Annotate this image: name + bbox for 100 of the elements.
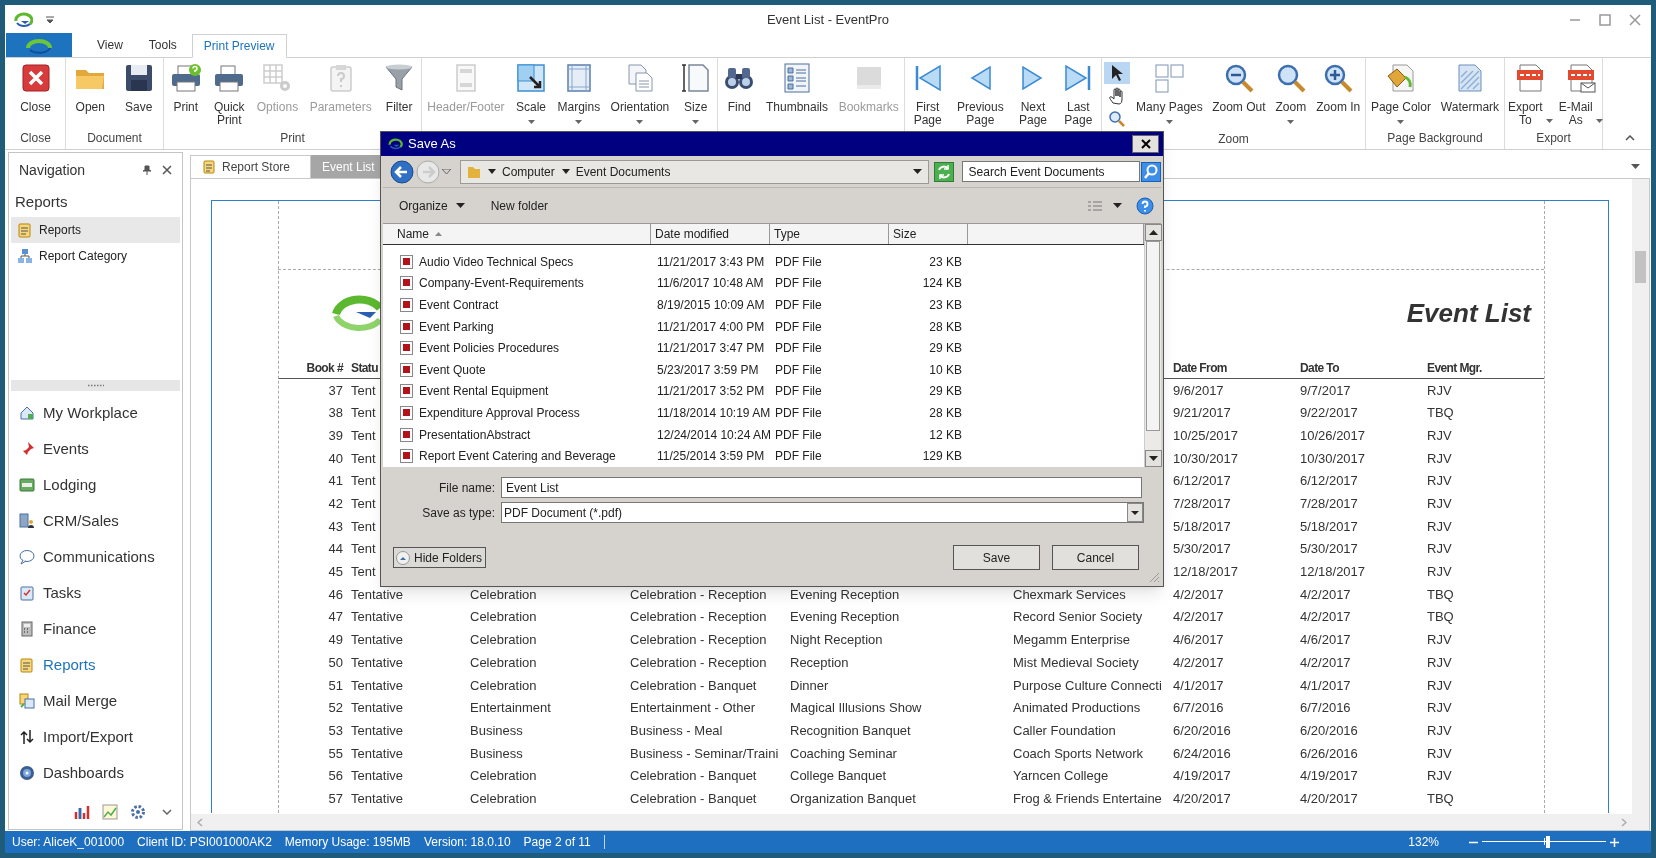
customize-caret-icon[interactable]: [45, 15, 55, 24]
zoom-slider[interactable]: [1482, 836, 1606, 848]
ribbon-button[interactable]: Scale: [512, 62, 551, 124]
splitter-handle[interactable]: [11, 380, 180, 391]
address-bar[interactable]: Computer Event Documents: [460, 159, 929, 184]
slider-thumb[interactable]: [1545, 836, 1550, 848]
ribbon-button[interactable]: Margins: [554, 62, 604, 124]
ribbon-button[interactable]: Print: [166, 62, 205, 114]
column-header[interactable]: Date modified: [651, 224, 770, 244]
column-header[interactable]: Size: [889, 224, 968, 244]
file-row[interactable]: Expenditure Approval Process 11/18/2014 10:19 AM PDF File 28 KB: [383, 402, 1144, 424]
caret-icon[interactable]: [1113, 203, 1122, 208]
ribbon-button[interactable]: Many Pages: [1133, 62, 1206, 124]
hide-folders-button[interactable]: Hide Folders: [393, 547, 487, 568]
app-logo-icon: [13, 11, 33, 28]
ribbon-button[interactable]: Watermark: [1437, 62, 1503, 114]
ribbon-tab[interactable]: Tools: [137, 33, 188, 57]
search-field[interactable]: Search Event Documents: [961, 161, 1140, 182]
ribbon-button[interactable]: E-Mail As: [1555, 62, 1606, 127]
vertical-scrollbar[interactable]: [1632, 179, 1649, 814]
ribbon-button[interactable]: Quick Print: [210, 62, 249, 127]
scrollbar-thumb[interactable]: [1146, 241, 1160, 431]
close-button[interactable]: [1132, 135, 1159, 153]
nav-item[interactable]: Report Category: [11, 243, 180, 269]
group-label: Document: [87, 130, 142, 147]
scrollbar-thumb[interactable]: [1635, 251, 1646, 283]
pin-icon[interactable]: [142, 165, 152, 175]
file-row[interactable]: Event Contract 8/19/2015 10:09 AM PDF File 23 KB: [383, 294, 1144, 316]
resize-grip-icon[interactable]: [1149, 572, 1160, 583]
gear-icon[interactable]: [130, 804, 146, 820]
nav-item[interactable]: Reports: [11, 217, 180, 243]
ribbon-button[interactable]: Orientation: [607, 62, 673, 124]
module-item[interactable]: Import/Export: [9, 719, 182, 755]
breadcrumb-item[interactable]: Computer: [502, 162, 555, 181]
file-row[interactable]: Report Event Catering and Beverage 11/25/2014 3:59 PM PDF File 129 KB: [383, 445, 1144, 467]
refresh-icon[interactable]: [933, 161, 954, 182]
module-item[interactable]: Mail Merge: [9, 683, 182, 719]
ribbon-button[interactable]: Save: [119, 62, 158, 114]
caret-icon[interactable]: [561, 169, 570, 174]
file-row[interactable]: PresentationAbstract 12/24/2014 10:24 AM PDF File 12 KB: [383, 423, 1144, 446]
module-item[interactable]: Finance: [9, 611, 182, 647]
ribbon-tab[interactable]: View: [86, 33, 134, 57]
module-item[interactable]: CRM/Sales: [9, 503, 182, 539]
maximize-icon[interactable]: [1599, 13, 1611, 26]
tab-list-caret-icon[interactable]: [1631, 164, 1640, 169]
module-item[interactable]: Lodging: [9, 467, 182, 503]
dialog-button[interactable]: Save: [953, 545, 1040, 570]
back-button-icon[interactable]: [390, 159, 414, 184]
ribbon-button[interactable]: Zoom Out: [1209, 62, 1269, 114]
column-header[interactable]: Type: [770, 224, 889, 244]
chevron-down-icon[interactable]: [162, 809, 172, 815]
module-item[interactable]: Dashboards: [9, 755, 182, 791]
caret-icon[interactable]: [488, 169, 496, 174]
ribbon-button[interactable]: Next Page: [1014, 62, 1052, 127]
file-row[interactable]: Company-Event-Requirements 11/6/2017 10:48 AM PDF File 124 KB: [383, 272, 1144, 295]
ribbon-button[interactable]: Size: [676, 62, 715, 124]
close-icon[interactable]: [162, 165, 172, 175]
bar-chart-icon[interactable]: [74, 804, 90, 820]
module-item[interactable]: Tasks: [9, 575, 182, 611]
scroll-up-icon[interactable]: [1145, 224, 1162, 241]
table-cell: 4/20/2017: [1173, 790, 1231, 806]
collapse-ribbon-icon[interactable]: [1625, 135, 1635, 141]
file-row[interactable]: Event Quote 5/23/2017 3:59 PM PDF File 10 KB: [383, 358, 1144, 381]
plus-icon[interactable]: [1610, 837, 1619, 847]
file-row[interactable]: Event Parking 11/21/2017 4:00 PM PDF File 28 KB: [383, 315, 1144, 338]
ribbon-button[interactable]: Last Page: [1059, 62, 1098, 127]
dialog-button[interactable]: Cancel: [1052, 545, 1139, 570]
scroll-down-icon[interactable]: [1145, 450, 1162, 467]
app-menu-button[interactable]: [6, 33, 72, 57]
file-row[interactable]: Event Rental Equipment 11/21/2017 3:52 PM PDF File 29 KB: [383, 380, 1144, 403]
module-item[interactable]: Reports: [9, 647, 182, 683]
ribbon-tab[interactable]: Print Preview: [191, 34, 287, 58]
ribbon-button[interactable]: Open: [71, 62, 110, 114]
module-item[interactable]: My Workplace: [9, 395, 182, 431]
ribbon-button[interactable]: Page Color: [1367, 62, 1434, 124]
ribbon-button[interactable]: Zoom: [1271, 62, 1310, 124]
save-type-dropdown[interactable]: PDF Document (*.pdf): [501, 502, 1144, 523]
ribbon-button[interactable]: Previous Page: [954, 62, 1007, 127]
file-row[interactable]: Event Policies Procedures 11/21/2017 3:47 PM PDF File 29 KB: [383, 337, 1144, 359]
breadcrumb-item[interactable]: Event Documents: [575, 162, 671, 181]
module-item[interactable]: Communications: [9, 539, 182, 575]
ribbon-button[interactable]: Filter: [380, 62, 419, 114]
caret-icon[interactable]: [912, 169, 922, 174]
vertical-scrollbar[interactable]: [1144, 224, 1161, 467]
ribbon-button[interactable]: Thumbnails: [762, 62, 831, 114]
new-folder-button[interactable]: New folder: [488, 193, 551, 218]
organize-menu[interactable]: Organize: [397, 193, 467, 218]
line-chart-icon[interactable]: [102, 804, 118, 820]
file-row[interactable]: Audio Video Technical Specs 11/21/2017 3:43 PM PDF File 23 KB: [383, 251, 1144, 273]
help-icon[interactable]: [1136, 196, 1154, 215]
search-icon[interactable]: [1141, 161, 1161, 182]
file-name-field[interactable]: Event List: [501, 477, 1142, 498]
ribbon-button[interactable]: Zoom In: [1313, 62, 1364, 114]
ribbon-button[interactable]: Find: [720, 62, 759, 114]
column-header[interactable]: Name: [383, 224, 651, 244]
module-item[interactable]: Events: [9, 431, 182, 467]
ribbon-button[interactable]: Export To: [1505, 62, 1556, 127]
ribbon-button[interactable]: First Page: [908, 62, 947, 127]
pointer-tool[interactable]: [1103, 62, 1130, 84]
ribbon-button[interactable]: Close: [16, 62, 55, 114]
